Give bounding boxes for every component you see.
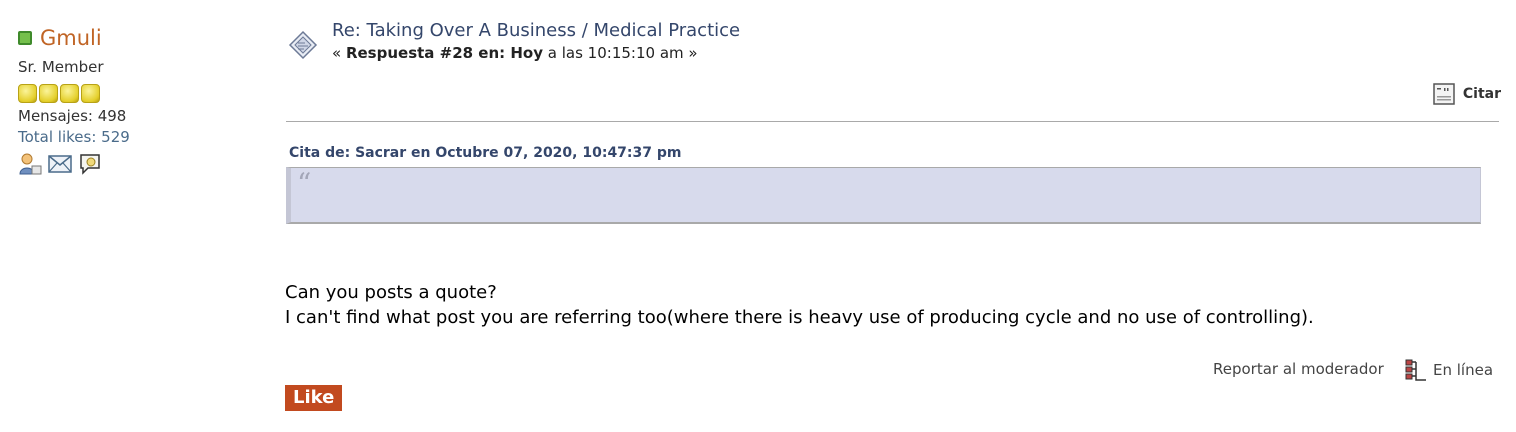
post-body: Can you posts a quote? I can't find what… — [285, 280, 1314, 330]
personal-message-icon[interactable] — [78, 152, 102, 176]
post-meta-reply: Respuesta #28 en: Hoy — [345, 44, 544, 62]
poster-info: Gmuli Sr. Member Mensajes: 498 Total lik… — [18, 26, 258, 176]
post-body-line: Can you posts a quote? — [285, 282, 497, 303]
poster-name-row: Gmuli — [18, 26, 258, 50]
ip-logged-icon — [1405, 359, 1426, 381]
quote-icon — [1433, 83, 1455, 105]
rank-stars — [18, 84, 258, 103]
poster-name-link[interactable]: Gmuli — [40, 26, 102, 50]
report-to-moderator-link[interactable]: Reportar al moderador — [1213, 360, 1384, 378]
quote-header[interactable]: Cita de: Sacrar en Octubre 07, 2020, 10:… — [289, 145, 682, 161]
post-count: Mensajes: 498 — [18, 107, 127, 125]
star-icon — [39, 84, 58, 103]
poster-rank: Sr. Member — [18, 58, 104, 76]
post-body-line: I can't find what post you are referring… — [285, 307, 1314, 328]
post-meta-time: a las 10:15:10 am » — [543, 44, 698, 62]
star-icon — [81, 84, 100, 103]
online-label: En línea — [1433, 361, 1494, 379]
post-header: Re: Taking Over A Business / Medical Pra… — [332, 20, 740, 62]
post-subject-link[interactable]: Re: Taking Over A Business / Medical Pra… — [332, 20, 740, 41]
quote-mark-icon: “ — [297, 167, 312, 200]
star-icon — [60, 84, 79, 103]
total-likes: Total likes: 529 — [18, 128, 130, 146]
profile-icon[interactable] — [18, 152, 42, 176]
post-icon — [288, 30, 318, 60]
like-button[interactable]: Like — [285, 385, 343, 411]
online-status-icon — [18, 31, 32, 45]
quote-label: Citar — [1462, 86, 1501, 102]
poster-actions — [18, 152, 258, 176]
email-icon[interactable] — [48, 152, 72, 176]
header-divider — [286, 121, 1499, 122]
post-meta-prefix: « — [332, 44, 346, 62]
online-status: En línea — [1404, 358, 1493, 382]
quote-button[interactable]: Citar — [1433, 83, 1501, 105]
post-meta: « Respuesta #28 en: Hoy a las 10:15:10 a… — [332, 44, 740, 62]
star-icon — [18, 84, 37, 103]
quote-box: “ — [286, 167, 1481, 224]
